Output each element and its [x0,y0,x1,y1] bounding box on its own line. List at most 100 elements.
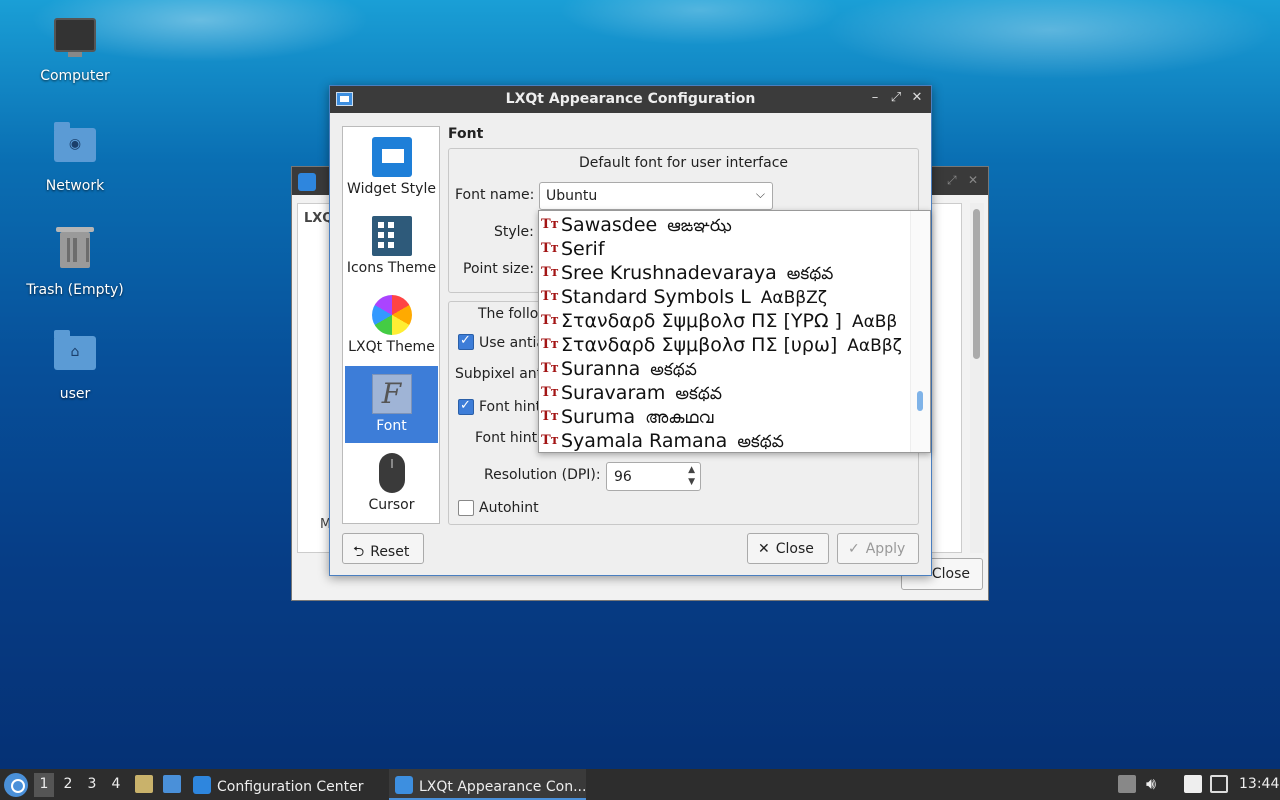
font-hinting-checkbox[interactable] [458,398,474,415]
point-size-label: Point size: [463,261,535,277]
close-icon[interactable]: ✕ [909,90,925,105]
reset-button[interactable]: ⮌ Reset [342,533,424,564]
desktop-icon-label: Computer [40,68,110,84]
dialog-title: LXQt Appearance Configuration [505,91,756,107]
keyboard-layout-icon[interactable] [1118,775,1136,793]
icons-theme-icon [371,216,412,256]
lxqt-theme-icon [371,295,412,335]
font-hinting-label: Font hint [479,399,542,415]
network-folder-icon: ◉ [53,122,97,172]
close-button-label: Close [775,541,814,557]
desktop-icon-label: user [59,386,91,402]
list-item[interactable]: Tт Suruma അകഥവ [541,406,713,430]
truetype-font-icon: Tт [541,241,559,256]
configuration-center-icon [298,173,316,191]
chevron-down-icon: ⌵ [755,187,765,201]
network-status-icon[interactable] [1210,775,1228,793]
list-item[interactable]: Tт Στανδαρδ Σψμβολσ ΠΣ [υρω] ΑαΒβζ [541,334,902,358]
desktop-switcher-1[interactable]: 1 [34,773,54,797]
rendering-description: The follo [478,306,539,322]
sidebar-item-cursor[interactable]: Cursor [345,445,438,522]
desktop-icon-network[interactable]: ◉ Network [20,122,130,194]
computer-icon [53,18,97,62]
sidebar-item-widget-style[interactable]: Widget Style [345,129,438,206]
sidebar-item-font[interactable]: F Font [345,366,438,443]
sidebar-item-label: Widget Style [347,181,436,197]
spin-up-icon[interactable]: ▲ [688,465,695,475]
configuration-center-icon [193,776,211,794]
list-item[interactable]: Tт Suravaram అకథవ [541,382,722,406]
list-item[interactable]: Tт Στανδαρδ Σψμβολσ ΠΣ [ΥΡΩ ] ΑαΒβ [541,310,897,334]
section-title: Font [448,126,484,142]
font-name-value: Ubuntu [546,188,598,204]
clock[interactable]: 13:44 [1239,776,1279,800]
list-item[interactable]: Tт Sree Krushnadevaraya అకథవ [541,262,833,286]
desktop-switcher-2[interactable]: 2 [58,776,78,800]
task-configuration-center[interactable]: Configuration Center [193,769,381,800]
minimize-icon[interactable]: – [867,90,883,105]
font-icon: F [371,374,412,414]
clipboard-icon[interactable] [1184,775,1202,793]
subpixel-label: Subpixel ant [455,366,543,382]
truetype-font-icon: Tт [541,385,559,400]
apply-button[interactable]: ✓ Apply [837,533,919,564]
font-hint-style-label: Font hint [475,430,538,446]
truetype-font-icon: Tт [541,313,559,328]
sidebar-item-icons-theme[interactable]: Icons Theme [345,208,438,285]
desktop-icon-computer[interactable]: Computer [20,18,130,84]
resolution-spinbox[interactable]: 96 ▲ ▼ [606,462,701,491]
dialog-titlebar[interactable]: LXQt Appearance Configuration – ⤢ ✕ [330,86,931,113]
file-manager-icon[interactable] [135,775,153,793]
desktop-switcher-3[interactable]: 3 [82,776,102,800]
list-item[interactable]: Tт Suranna అకథవ [541,358,697,382]
sidebar-item-label: LXQt Theme [348,339,435,355]
taskbar: 1 2 3 4 Configuration Center LXQt Appear… [0,769,1280,800]
autohint-checkbox[interactable] [458,500,474,516]
apply-button-label: Apply [865,541,906,557]
widget-style-icon [371,137,412,177]
style-label: Style: [494,224,534,240]
font-name-select[interactable]: Ubuntu ⌵ [539,182,773,210]
desktop-icon-user[interactable]: ⌂ user [20,330,130,402]
checkmark-icon: ✓ [848,541,860,557]
category-sidebar: Widget Style Icons Theme LXQt Theme F Fo… [342,126,440,524]
home-folder-icon: ⌂ [53,330,97,380]
sidebar-item-lxqt-theme[interactable]: LXQt Theme [345,287,438,364]
list-item[interactable]: Tт Standard Symbols L ΑαΒβΖζ [541,286,827,310]
reset-button-label: Reset [370,544,410,560]
list-item[interactable]: Tт Sawasdee ఆఙఞఝ [541,214,732,238]
sidebar-item-label: Icons Theme [346,260,437,276]
truetype-font-icon: Tт [541,217,559,232]
undo-icon: ⮌ [353,544,365,560]
group-title: Default font for user interface [578,155,789,171]
maximize-icon[interactable]: ⤢ [947,173,957,188]
desktop-icon-label: Trash (Empty) [26,282,124,298]
list-item[interactable]: Tт Serif [541,238,615,262]
appearance-icon [395,776,413,794]
truetype-font-icon: Tт [541,289,559,304]
font-name-label: Font name: [455,187,535,203]
desktop-switcher-4[interactable]: 4 [106,776,126,800]
autohint-label: Autohint [479,500,539,516]
maximize-icon[interactable]: ⤢ [888,90,904,105]
resolution-value: 96 [614,469,632,485]
list-item[interactable]: Tт Syamala Ramana అకథవ [541,430,784,452]
desktop-icon-trash[interactable]: Trash (Empty) [20,226,130,298]
volume-icon[interactable]: 🔊︎ [1146,774,1156,800]
scrollbar-thumb[interactable] [917,391,923,411]
scrollbar[interactable] [970,203,984,553]
truetype-font-icon: Tт [541,409,559,424]
truetype-font-icon: Tт [541,337,559,352]
dropdown-scrollbar[interactable] [910,211,930,452]
spin-down-icon[interactable]: ▼ [688,477,695,487]
show-desktop-icon[interactable] [163,775,181,793]
task-appearance-configuration[interactable]: LXQt Appearance Con... [389,769,586,800]
use-antialias-label: Use antia [479,335,546,351]
use-antialias-checkbox[interactable] [458,333,474,350]
scrollbar-thumb[interactable] [973,209,980,359]
close-button[interactable]: ✕ Close [747,533,829,564]
close-icon[interactable]: ✕ [968,173,978,187]
start-menu-icon[interactable] [4,773,28,797]
font-name-dropdown-list[interactable]: Tт Sawasdee ఆఙఞఝ Tт Serif Tт Sree Krushnadev… [538,210,931,453]
close-icon: ✕ [758,541,770,557]
